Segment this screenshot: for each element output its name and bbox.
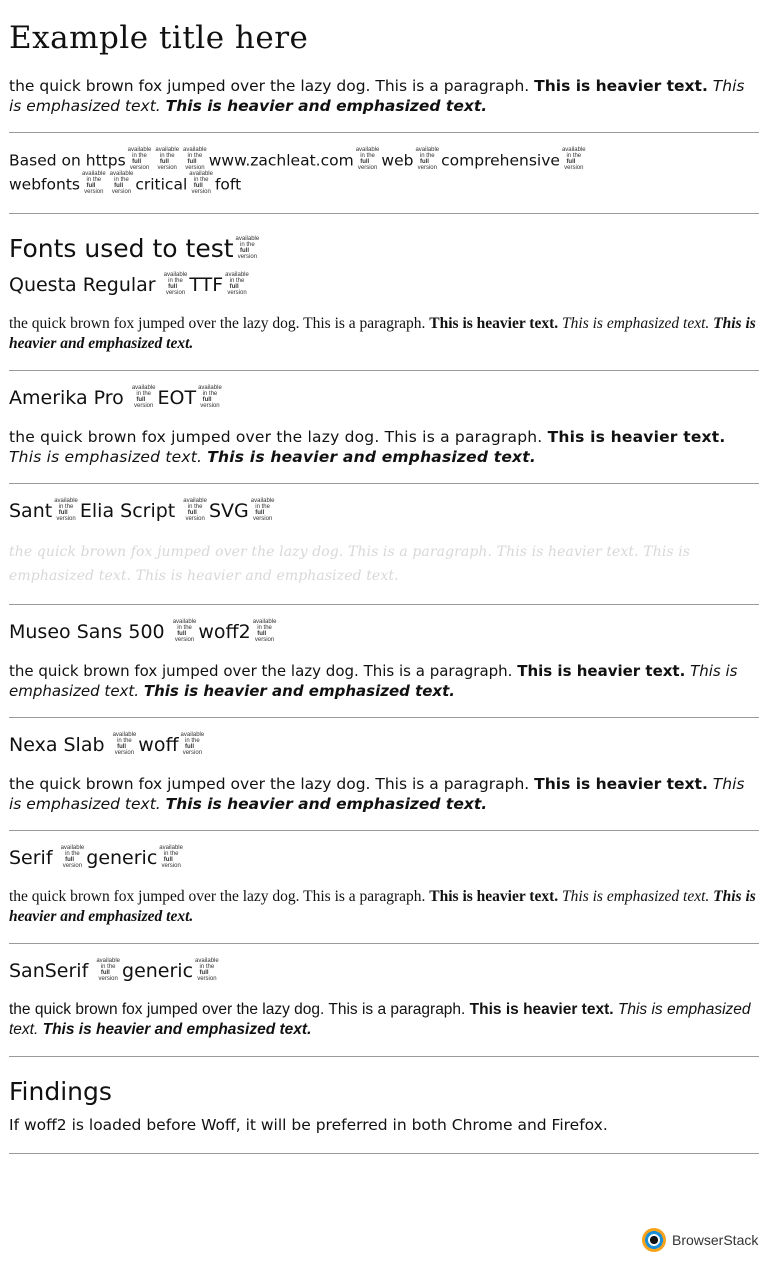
availability-badge: available in the full version [172, 619, 197, 644]
browserstack-logo: BrowserStack [642, 1228, 758, 1252]
availability-badge: available in the full version [60, 845, 85, 870]
findings-text: If woff2 is loaded before Woff, it will … [9, 1116, 608, 1135]
divider [9, 213, 759, 215]
availability-badge: available in the full version [81, 171, 106, 196]
link-critical[interactable]: critical [135, 176, 187, 194]
availability-badge: available in the full version [198, 385, 222, 410]
intro-bold: This is heavier text. [534, 77, 708, 96]
font-heading-amerika: Amerika Pro available in the full version E… [9, 385, 222, 410]
availability-badge: available in the full version [252, 619, 277, 644]
font-heading-nexa: Nexa Slab available in the full version wof… [9, 732, 205, 757]
divider [9, 1153, 759, 1155]
findings-section: Findings If woff2 is loaded before Woff,… [9, 1077, 759, 1135]
font-heading-museo: Museo Sans 500 available in the full versi… [9, 619, 277, 644]
divider [9, 1056, 759, 1058]
availability-badge: available in the full version [96, 958, 121, 983]
divider [9, 132, 759, 134]
format-label: generic [86, 847, 158, 870]
based-on-label: Based on [9, 151, 81, 170]
sample-santelia: the quick brown fox jumped over the lazy… [9, 544, 691, 585]
font-heading-questa: Questa Regular available in the full versi… [9, 272, 249, 297]
availability-badge: available in the full version [54, 498, 78, 523]
font-heading-serif: Serif available in the full version generic… [9, 845, 183, 870]
availability-badge: available in the full version [355, 147, 380, 172]
availability-badge: available in the full version [189, 171, 213, 196]
format-label: woff [138, 734, 179, 757]
divider [9, 830, 759, 832]
availability-badge: available in the full version [180, 732, 205, 757]
availability-badge: available in the full version [183, 147, 207, 172]
availability-badge: available in the full version [183, 498, 207, 523]
intro-bold-italic: This is heavier and emphasized text. [165, 97, 488, 116]
sample-museo: the quick brown fox jumped over the lazy… [9, 662, 738, 701]
link-webfonts[interactable]: webfonts [9, 176, 80, 194]
availability-badge: available in the full version [163, 272, 188, 297]
format-label: woff2 [198, 621, 251, 644]
link-https[interactable]: https [86, 152, 126, 170]
page: Example title here the quick brown fox j… [0, 20, 768, 1155]
divider [9, 483, 759, 485]
page-title: Example title here [9, 20, 309, 56]
divider [9, 604, 759, 606]
sample-nexa: the quick brown fox jumped over the lazy… [9, 775, 745, 814]
availability-badge: available in the full version [195, 958, 219, 983]
link-comprehensive[interactable]: comprehensive [441, 152, 560, 170]
availability-badge: available in the full version [159, 845, 183, 870]
availability-badge: available in the full version [235, 236, 260, 261]
sample-sanserif: the quick brown fox jumped over the lazy… [9, 1001, 751, 1039]
font-heading-sanserif: SanSerif available in the full version gene… [9, 958, 219, 983]
availability-badge: available in the full version [112, 732, 137, 757]
format-label: generic [122, 960, 194, 983]
divider [9, 717, 759, 719]
availability-badge: available in the full version [415, 147, 440, 172]
sample-serif: the quick brown fox jumped over the lazy… [9, 888, 756, 926]
link-foft[interactable]: foft [215, 176, 241, 194]
sample-amerika: the quick brown fox jumped over the lazy… [9, 428, 726, 467]
intro-paragraph: the quick brown fox jumped over the lazy… [9, 76, 759, 116]
format-label: SVG [208, 500, 249, 523]
intro-normal: the quick brown fox jumped over the lazy… [9, 77, 530, 96]
font-heading-santelia: Sant available in the full version Elia Scri… [9, 498, 275, 523]
link-web[interactable]: web [381, 152, 413, 170]
divider [9, 370, 759, 372]
link-zachleat[interactable]: www.zachleat.com [209, 152, 354, 170]
sample-questa: the quick brown fox jumped over the lazy… [9, 315, 756, 353]
brand-name: BrowserStack [672, 1232, 759, 1248]
availability-badge: available in the full version [225, 272, 249, 297]
divider [9, 943, 759, 945]
availability-badge: available in the full version [250, 498, 275, 523]
browserstack-logo-icon [642, 1228, 666, 1252]
availability-badge: available in the full version [561, 147, 586, 172]
availability-badge: available in the full version [131, 385, 156, 410]
availability-badge: available in the full version [109, 171, 134, 196]
availability-badge: available in the full version [155, 147, 180, 172]
based-on-line: Based on https available in the full versio… [9, 147, 759, 197]
availability-badge: available in the full version [127, 147, 152, 172]
fonts-heading: Fonts used to test available in the full ve… [9, 234, 260, 264]
format-label: TTF [189, 274, 224, 297]
findings-heading: Findings [9, 1077, 112, 1107]
format-label: EOT [157, 387, 197, 410]
